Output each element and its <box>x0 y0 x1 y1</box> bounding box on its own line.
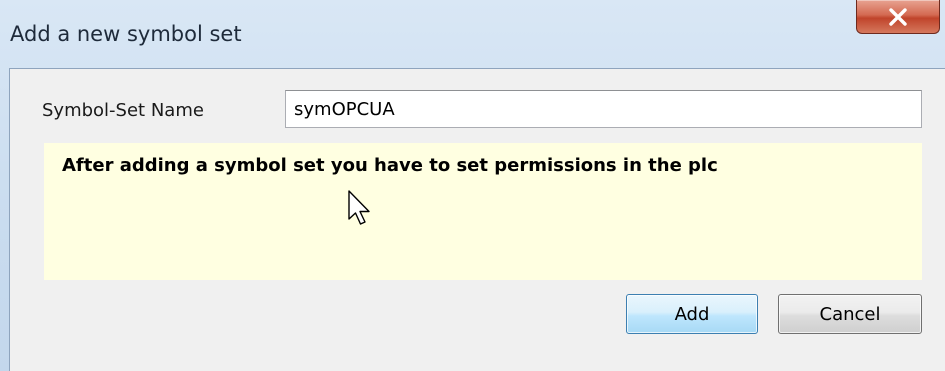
add-button[interactable]: Add <box>626 294 758 334</box>
symbol-set-name-input[interactable] <box>285 90 922 128</box>
close-button[interactable] <box>856 0 940 34</box>
dialog-window: Add a new symbol set Symbol-Set Name Aft… <box>0 0 945 371</box>
window-title: Add a new symbol set <box>10 22 242 46</box>
dialog-body: Symbol-Set Name After adding a symbol se… <box>9 68 945 371</box>
close-icon <box>889 7 907 26</box>
info-message-box: After adding a symbol set you have to se… <box>44 143 922 280</box>
mouse-pointer-icon <box>348 190 370 225</box>
title-bar: Add a new symbol set <box>0 0 945 68</box>
cancel-button[interactable]: Cancel <box>778 294 922 334</box>
symbol-set-name-label: Symbol-Set Name <box>42 100 204 121</box>
info-message: After adding a symbol set you have to se… <box>62 155 718 176</box>
